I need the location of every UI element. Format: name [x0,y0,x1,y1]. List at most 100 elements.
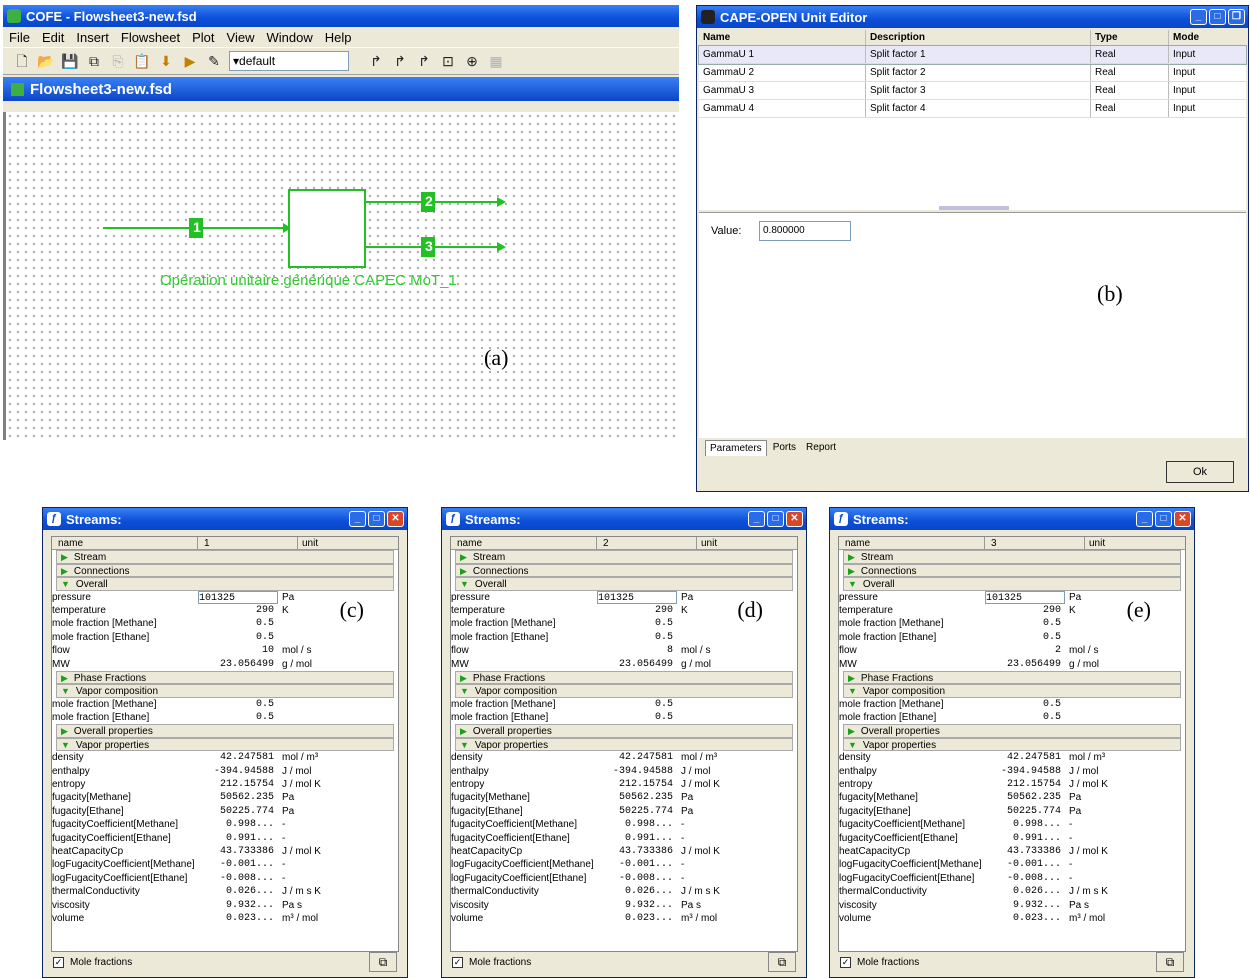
menu-edit[interactable]: Edit [42,30,64,45]
property-value[interactable]: 101325 [985,590,1065,604]
close-icon[interactable]: ✕ [1174,511,1191,527]
column-mode[interactable]: Mode [1169,30,1246,45]
minimize-icon[interactable]: _ [1136,511,1153,527]
close-icon[interactable]: ✕ [387,511,404,527]
section-header[interactable]: ▶ Stream [56,550,394,564]
stream-1-label[interactable]: 1 [193,219,201,235]
document-titlebar[interactable]: Flowsheet3-new.fsd [3,77,679,101]
copy-icon[interactable]: ⎘ [109,52,127,70]
new-file-icon[interactable]: 🗋 [13,52,31,70]
grid-icon[interactable]: ▦ [487,52,505,70]
stream-tool3-icon[interactable]: ↱ [415,52,433,70]
paste-icon[interactable]: 📋 [133,52,151,70]
property-value: 2 [1054,645,1061,657]
menu-insert[interactable]: Insert [76,30,109,45]
tab-report[interactable]: Report [802,440,840,456]
copy-clipboard-icon[interactable]: ⧉ [1156,952,1184,972]
column-name[interactable]: Name [699,30,866,45]
pencil-icon[interactable]: ✎ [205,52,223,70]
section-header[interactable]: ▶ Phase Fractions [843,670,1181,685]
property-unit [677,617,737,630]
minimize-icon[interactable]: _ [349,511,366,527]
maximize-icon[interactable]: □ [1155,511,1172,527]
property-value: 0.5 [1042,618,1061,630]
stream-2-label[interactable]: 2 [425,193,433,209]
section-header[interactable]: ▶ Connections [56,563,394,578]
open-folder-icon[interactable]: 📂 [37,52,55,70]
property-name: pressure [451,591,490,603]
save-all-icon[interactable]: ⧉ [85,52,103,70]
section-header[interactable]: ▼ Overall [843,577,1181,591]
column-description[interactable]: Description [866,30,1091,45]
menu-file[interactable]: File [9,30,30,45]
section-header[interactable]: ▶ Stream [843,550,1181,564]
maximize-icon[interactable]: □ [368,511,385,527]
section-header[interactable]: ▶ Stream [455,550,793,564]
property-unit: K [1069,604,1076,616]
restore-icon[interactable]: ❐ [1228,9,1245,25]
property-value[interactable]: 101325 [597,590,677,604]
editor-titlebar[interactable]: CAPE-OPEN Unit Editor _ □ ❐ [697,6,1248,28]
parameter-row[interactable]: GammaU 2 Split factor 2 Real Input [699,64,1246,82]
section-header[interactable]: ▶ Overall properties [455,724,793,738]
property-name: mole fraction [Methane] [451,618,556,630]
tab-ports[interactable]: Ports [769,440,800,456]
section-header[interactable]: ▼ Vapor properties [843,737,1181,752]
streams-titlebar[interactable]: ƒ Streams: _ □ ✕ [830,508,1194,530]
stream-3-label[interactable]: 3 [425,238,433,254]
cofe-titlebar[interactable]: COFE - Flowsheet3-new.fsd [3,5,679,27]
parameter-row[interactable]: GammaU 4 Split factor 4 Real Input [699,100,1246,118]
section-header[interactable]: ▼ Vapor properties [455,737,793,752]
copy-clipboard-icon[interactable]: ⧉ [369,952,397,972]
property-unit: mol / s [681,645,711,657]
property-unit: J / mol [1069,765,1099,777]
section-header[interactable]: ▼ Vapor composition [843,684,1181,698]
menu-help[interactable]: Help [325,30,352,45]
section-header[interactable]: ▼ Overall [455,577,793,591]
section-header[interactable]: ▶ Connections [455,563,793,578]
section-header[interactable]: ▶ Connections [843,563,1181,578]
save-icon[interactable]: 💾 [61,52,79,70]
unit-operation-label[interactable]: Opération unitaire générique CAPEC MoT_1 [160,272,457,289]
value-input[interactable]: 0.800000 [759,221,851,241]
minimize-icon[interactable]: _ [748,511,765,527]
mole-fractions-checkbox[interactable]: ✓ [53,956,64,968]
flowsheet-combo[interactable]: ▾default [229,51,349,71]
section-header[interactable]: ▼ Vapor composition [56,684,394,698]
splitter-handle[interactable] [939,206,1009,210]
close-icon[interactable]: ✕ [786,511,803,527]
mole-fractions-checkbox[interactable]: ✓ [452,956,463,968]
column-type[interactable]: Type [1091,30,1169,45]
menu-view[interactable]: View [227,30,255,45]
parameter-row[interactable]: GammaU 1 Split factor 1 Real Input [698,45,1247,65]
parameter-row[interactable]: GammaU 3 Split factor 3 Real Input [699,82,1246,100]
section-header[interactable]: ▼ Vapor properties [56,737,394,752]
section-header[interactable]: ▼ Vapor composition [455,684,793,698]
section-header[interactable]: ▶ Phase Fractions [56,670,394,685]
maximize-icon[interactable]: □ [767,511,784,527]
stream-tool2-icon[interactable]: ↱ [391,52,409,70]
section-header[interactable]: ▶ Overall properties [843,724,1181,738]
copy-clipboard-icon[interactable]: ⧉ [768,952,796,972]
property-name: viscosity [52,899,90,911]
section-header[interactable]: ▶ Phase Fractions [455,670,793,685]
stream-tool-icon[interactable]: ↱ [367,52,385,70]
menu-window[interactable]: Window [266,30,312,45]
play-icon[interactable]: ▶ [181,52,199,70]
target-icon[interactable]: ⊕ [463,52,481,70]
flowsheet-canvas[interactable]: 1 2 3 Opération unitaire générique CAPEC… [3,112,679,440]
maximize-icon[interactable]: □ [1209,9,1226,25]
ok-button[interactable]: Ok [1166,461,1234,483]
mole-fractions-checkbox[interactable]: ✓ [840,956,851,968]
property-value[interactable]: 101325 [198,590,278,604]
section-header[interactable]: ▶ Overall properties [56,724,394,738]
unit-op-icon[interactable]: ⊡ [439,52,457,70]
tab-parameters[interactable]: Parameters [705,440,767,456]
section-header[interactable]: ▼ Overall [56,577,394,591]
streams-titlebar[interactable]: ƒ Streams: _ □ ✕ [442,508,806,530]
streams-titlebar[interactable]: ƒ Streams: _ □ ✕ [43,508,407,530]
menu-plot[interactable]: Plot [192,30,214,45]
run-flowsheet-icon[interactable]: ⬇ [157,52,175,70]
minimize-icon[interactable]: _ [1190,9,1207,25]
menu-flowsheet[interactable]: Flowsheet [121,30,180,45]
